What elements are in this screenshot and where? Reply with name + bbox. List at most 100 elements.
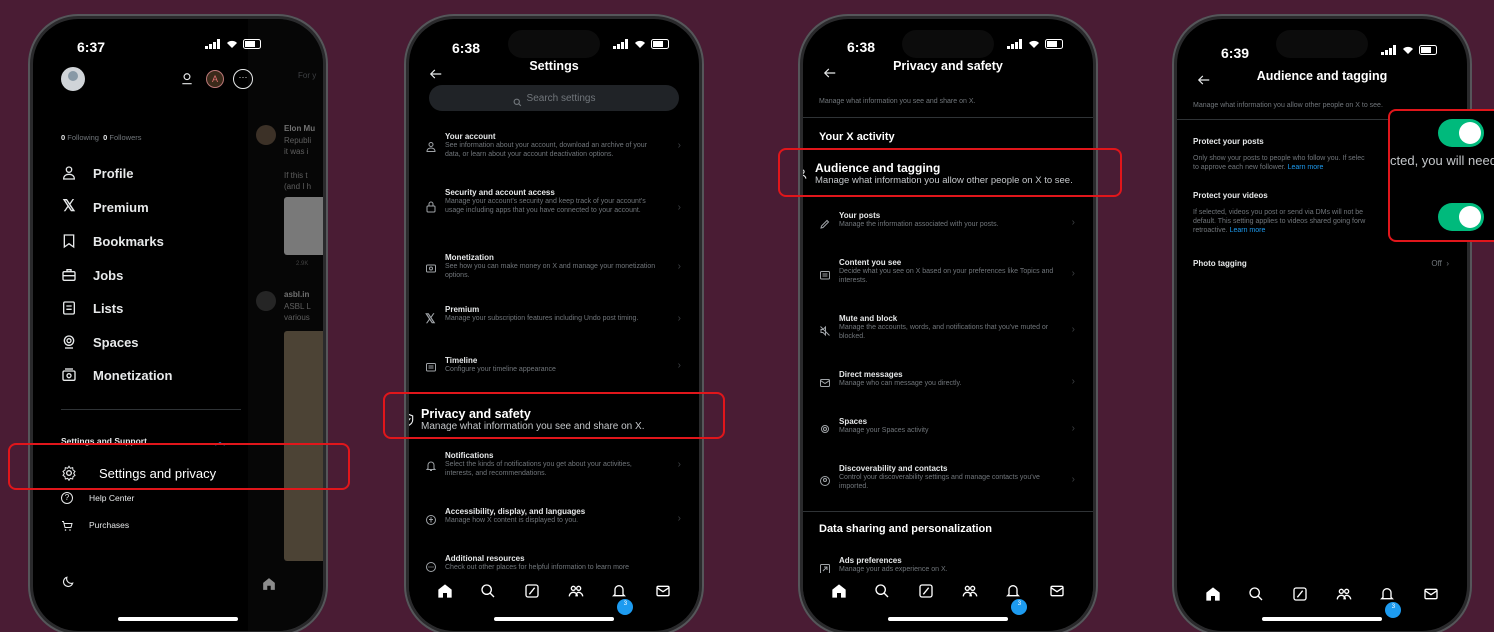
grok-icon[interactable] [918,583,934,599]
item-desc: Manage how X content is displayed to you… [445,517,579,524]
battery-icon [243,39,261,49]
more-circle-icon [425,560,437,572]
moon-icon[interactable] [61,575,75,589]
x-logo-icon: 𝕏 [62,198,76,215]
protect-posts-toggle[interactable] [1438,119,1484,147]
account-switch-icon[interactable] [180,72,194,86]
learn-more-link[interactable]: Learn more [1288,164,1324,171]
menu-label: Purchases [89,520,130,530]
person-icon [425,140,437,152]
divider [803,117,1093,118]
menu-item-help-center[interactable]: ? Help Center [61,492,134,504]
chevron-right-icon: › [677,140,681,151]
item-title: Notifications [445,451,494,460]
setting-title: Protect your posts [1193,137,1264,146]
settings-item-your-account[interactable]: Your account See information about your a… [409,132,699,159]
menu-item-purchases[interactable]: Purchases [61,519,129,531]
settings-item-security[interactable]: Security and account access Manage your a… [409,188,699,215]
mail-icon[interactable] [1423,586,1439,602]
settings-item-monetization[interactable]: Monetization See how you can make money o… [409,253,699,280]
settings-item-timeline[interactable]: Timeline Configure your timeline appearan… [409,356,699,374]
item-title: Discoverability and contacts [839,464,948,473]
privacy-item-ads-preferences[interactable]: Ads preferences Manage your ads experienc… [803,556,1093,574]
signal-icon [205,39,220,49]
communities-icon[interactable] [962,583,978,599]
grok-icon[interactable] [524,583,540,599]
highlight-audience-tagging [778,148,1122,197]
privacy-item-discoverability[interactable]: Discoverability and contacts Control your… [803,464,1093,491]
accessibility-icon [425,513,437,525]
avatar[interactable] [61,67,85,91]
follow-counts[interactable]: 0 Following 0 Followers [61,133,141,142]
settings-item-premium[interactable]: 𝕏 Premium Manage your subscription featur… [409,305,699,326]
home-icon[interactable] [831,583,847,599]
privacy-item-spaces[interactable]: Spaces Manage your Spaces activity › [803,417,1093,435]
chevron-right-icon: › [677,513,681,524]
account-avatar-icon[interactable]: A [206,70,224,88]
menu-label: Jobs [93,267,124,283]
search-icon[interactable] [1248,586,1264,602]
home-indicator [888,617,1008,621]
privacy-item-mute-block[interactable]: Mute and block Manage the accounts, words… [803,314,1093,341]
menu-item-bookmarks[interactable]: Bookmarks [61,233,164,249]
mail-icon[interactable] [655,583,671,599]
item-desc: Select the kinds of notifications you ge… [445,461,632,478]
bottom-nav: 3 [409,573,699,615]
search-icon[interactable] [874,583,890,599]
privacy-safety-screen: 6:38 Privacy and safety Manage what info… [803,19,1093,631]
photo-tagging-setting[interactable]: Photo tagging Off › [1193,259,1449,268]
learn-more-link[interactable]: Learn more [1230,227,1266,234]
item-title: Accessibility, display, and languages [445,507,586,516]
menu-item-jobs[interactable]: Jobs [61,267,123,283]
communities-icon[interactable] [568,583,584,599]
feed-text: Republi [284,136,312,145]
privacy-item-direct-messages[interactable]: Direct messages Manage who can message yo… [803,370,1093,388]
chevron-right-icon: › [677,459,681,470]
home-icon[interactable] [437,583,453,599]
page-title: Audience and tagging [1256,69,1388,83]
page-title: Privacy and safety [893,59,1003,73]
more-accounts-icon[interactable]: ··· [233,69,253,89]
menu-item-monetization[interactable]: Monetization [61,367,172,383]
mail-icon [819,376,831,388]
timeline-icon [425,360,437,372]
privacy-item-content-you-see[interactable]: Content you see Decide what you see on X … [803,258,1093,285]
item-desc: Configure your timeline appearance [445,366,556,373]
notification-badge: 3 [617,599,634,615]
privacy-item-your-posts[interactable]: Your posts Manage the information associa… [803,211,1093,229]
item-desc: Manage your Spaces activity [839,427,929,434]
search-input[interactable]: Search settings [429,85,679,111]
item-desc: Control your discoverability settings an… [839,474,1040,491]
search-icon[interactable] [480,583,496,599]
notifications-icon[interactable]: 3 [611,583,634,615]
settings-item-accessibility[interactable]: Accessibility, display, and languages Man… [409,507,699,525]
protect-videos-toggle[interactable] [1438,203,1484,231]
menu-item-profile[interactable]: Profile [61,165,133,181]
zoomed-desc-text: cted, you will need [1390,153,1494,168]
notifications-icon[interactable]: 3 [1005,583,1028,615]
mail-icon[interactable] [1049,583,1065,599]
protect-videos-setting[interactable]: Protect your videos If selected, videos … [1193,191,1393,235]
page-intro: Manage what information you see and shar… [819,98,976,105]
protect-posts-setting[interactable]: Protect your posts Only show your posts … [1193,137,1393,172]
menu-item-lists[interactable]: Lists [61,300,123,316]
notifications-icon[interactable]: 3 [1379,586,1402,618]
settings-item-notifications[interactable]: Notifications Select the kinds of notific… [409,451,699,478]
section-heading: Data sharing and personalization [819,523,992,535]
settings-item-additional-resources[interactable]: Additional resources Check out other plac… [409,554,699,572]
item-title: Timeline [445,356,478,365]
item-desc: Manage your account's security and keep … [445,198,646,215]
feed-text: If this t [284,171,308,180]
home-icon[interactable] [1205,586,1221,602]
menu-item-spaces[interactable]: Spaces [61,334,139,350]
grok-icon[interactable] [1292,586,1308,602]
communities-icon[interactable] [1336,586,1352,602]
setting-desc: Only show your posts to people who follo… [1193,155,1365,172]
phone-2: 6:38 Settings Search settings Your accou… [404,14,704,632]
item-title: Security and account access [445,188,555,197]
item-title: Monetization [445,253,494,262]
phone-3: 6:38 Privacy and safety Manage what info… [798,14,1098,632]
home-icon[interactable] [262,577,276,591]
menu-item-premium[interactable]: 𝕏 Premium [61,199,149,215]
cart-icon [61,519,73,531]
